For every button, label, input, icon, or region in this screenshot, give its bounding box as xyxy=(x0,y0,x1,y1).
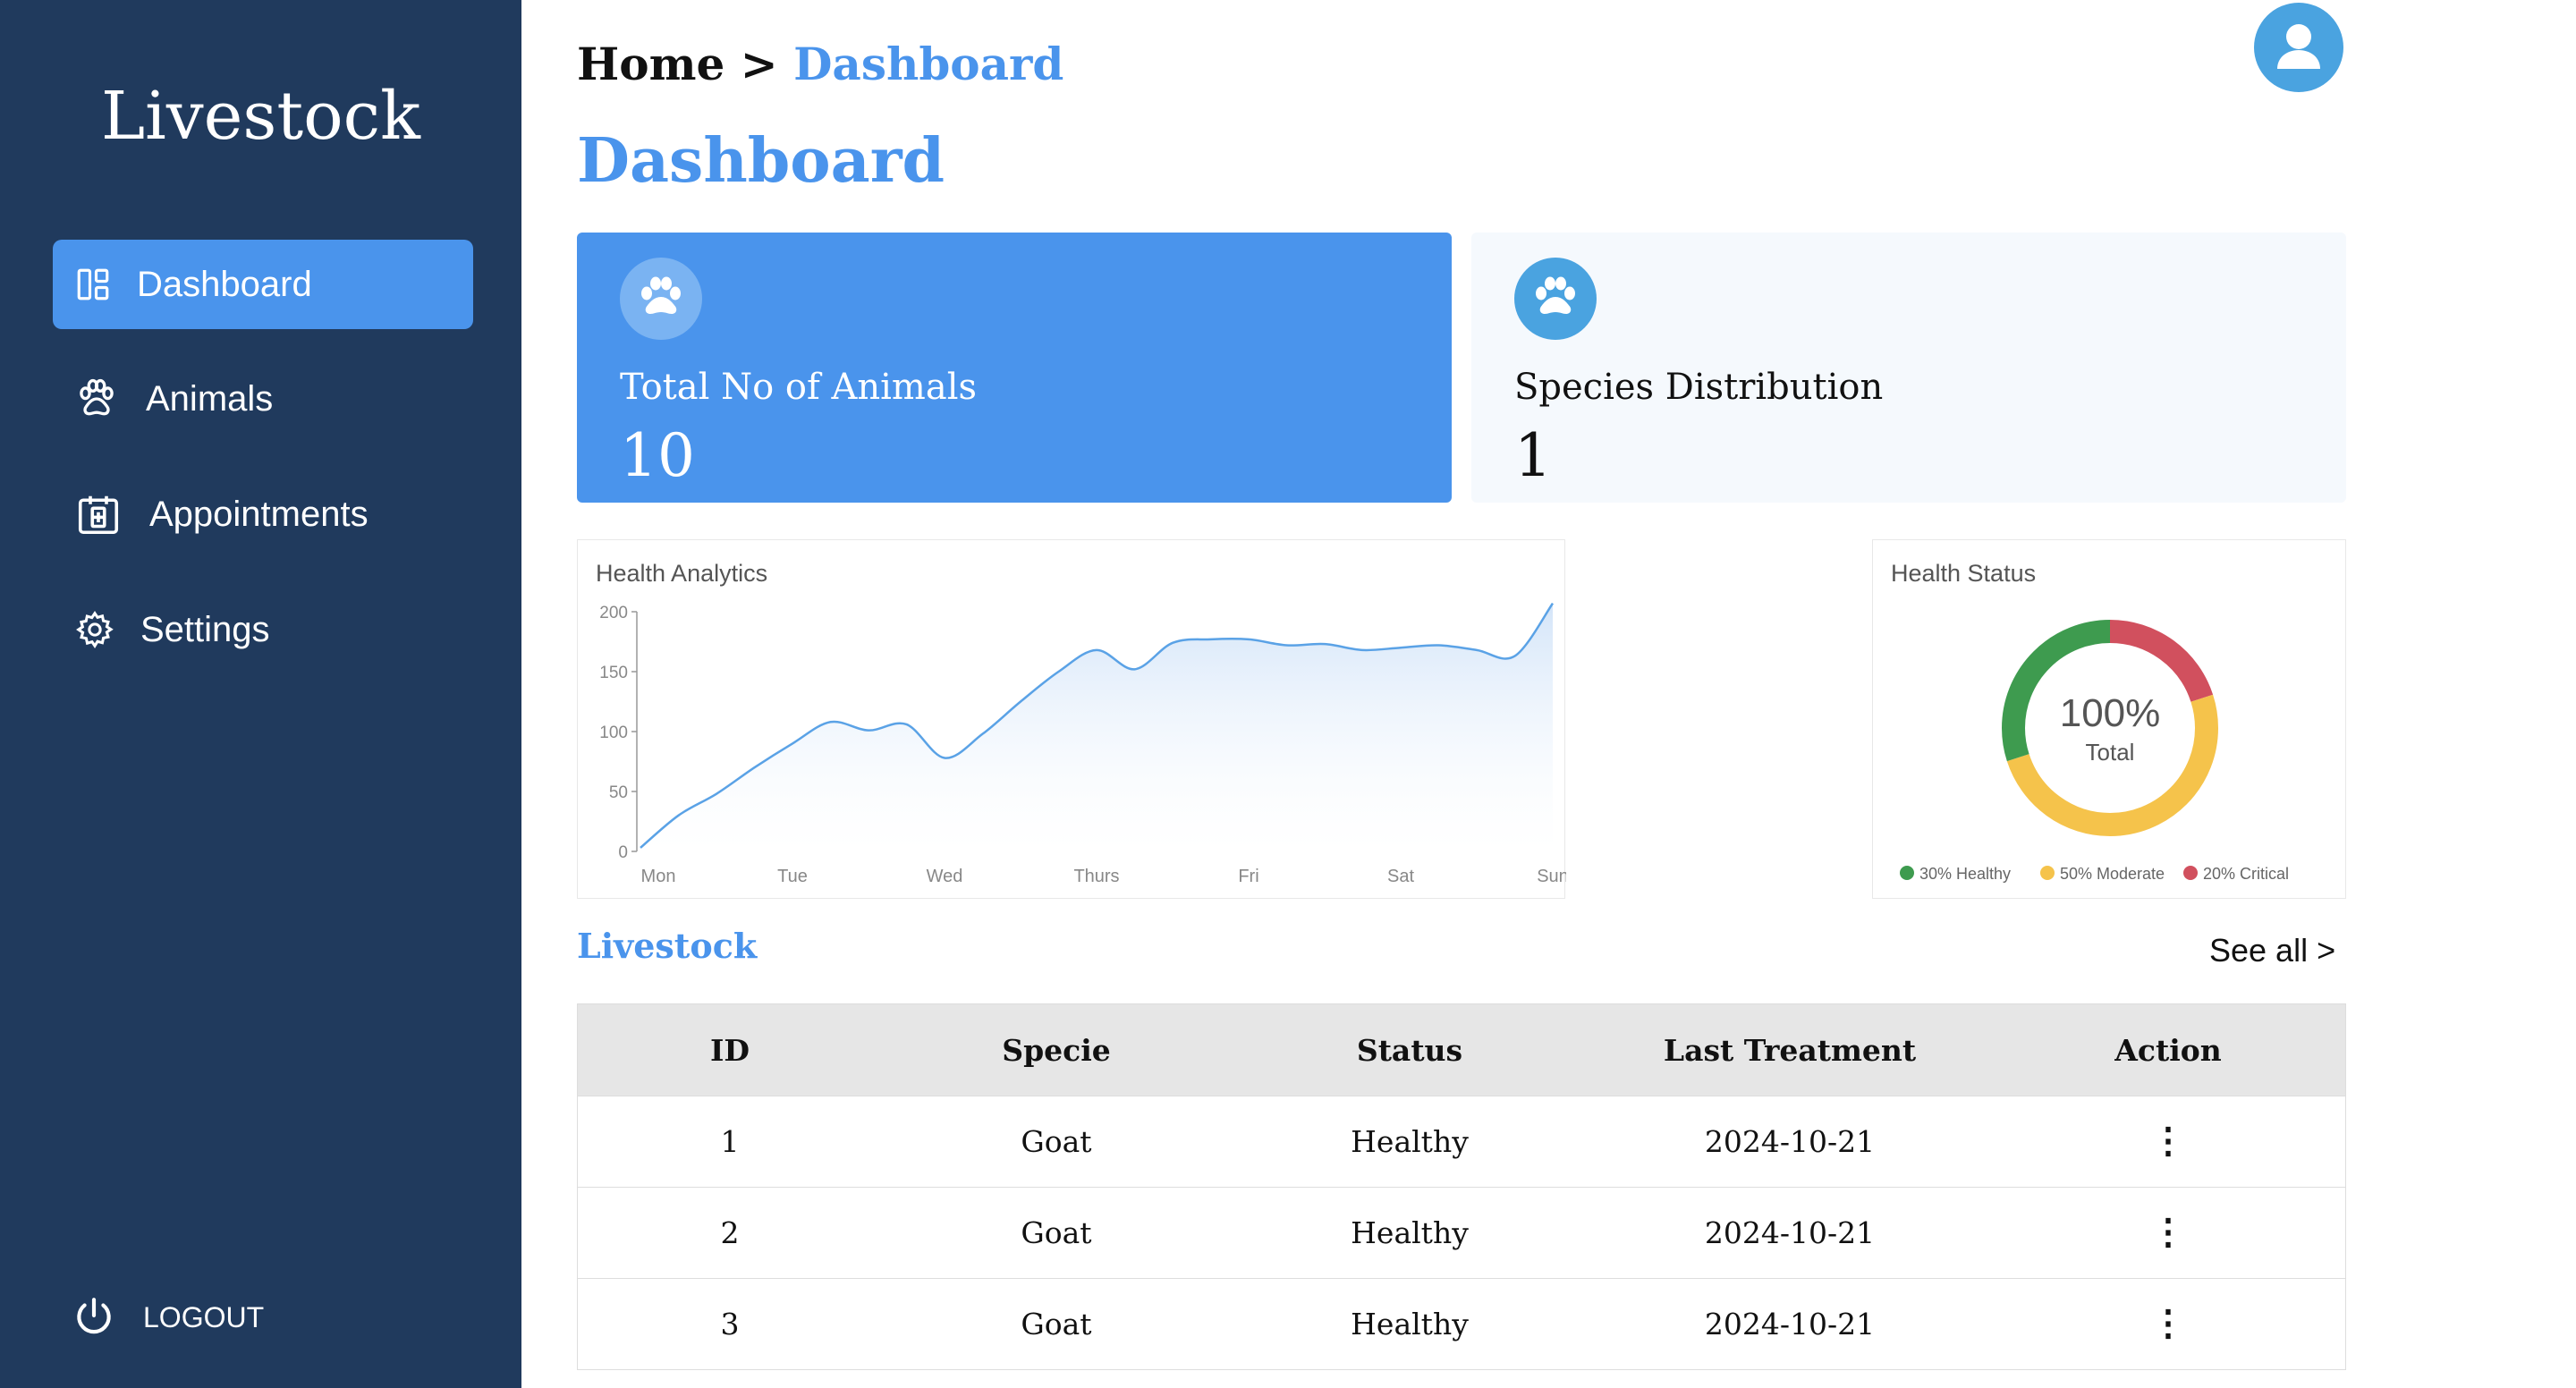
card-value: 10 xyxy=(620,421,695,490)
table-row: 3 Goat Healthy 2024-10-21 ⋮ xyxy=(578,1278,2345,1369)
cell-last-treatment: 2024-10-21 xyxy=(1704,1215,1876,1250)
legend-label: 30% Healthy xyxy=(1919,865,2011,883)
sidebar-item-label: Appointments xyxy=(149,494,369,534)
paw-icon xyxy=(80,378,114,416)
cell-status: Healthy xyxy=(1351,1307,1469,1341)
sidebar-item-label: Settings xyxy=(140,609,270,649)
logout-button[interactable]: LOGOUT xyxy=(72,1295,264,1340)
more-options-icon[interactable]: ⋮ xyxy=(2150,1214,2186,1250)
sidebar: Livestock Dashboard Animals Appointments xyxy=(0,0,521,1388)
health-status-chart: 100% Total 30% Healthy 50% Moderate 20% Crit… xyxy=(1900,620,2289,883)
medical-calendar-icon xyxy=(78,495,119,535)
legend-swatch xyxy=(1900,866,1914,880)
cell-id: 3 xyxy=(720,1307,740,1341)
y-tick-label: 200 xyxy=(599,604,628,622)
sidebar-item-label: Dashboard xyxy=(137,264,312,304)
legend-swatch xyxy=(2183,866,2198,880)
x-tick-label: Tue xyxy=(777,867,808,886)
x-tick-label: Thurs xyxy=(1073,867,1119,886)
total-animals-card: Total No of Animals 10 xyxy=(577,233,1452,503)
card-label: Species Distribution xyxy=(1514,367,1884,408)
column-header-specie: Specie xyxy=(1002,1032,1111,1068)
y-tick-label: 100 xyxy=(599,724,628,742)
x-tick-label: Wed xyxy=(927,867,963,886)
card-label: Total No of Animals xyxy=(620,367,978,408)
species-distribution-card: Species Distribution 1 xyxy=(1471,233,2346,503)
gear-icon xyxy=(76,611,114,649)
table-row: 1 Goat Healthy 2024-10-21 ⋮ xyxy=(578,1096,2345,1187)
x-tick-label: Sun xyxy=(1537,867,1566,886)
more-options-icon[interactable]: ⋮ xyxy=(2150,1306,2186,1341)
column-header-id: ID xyxy=(709,1032,750,1068)
card-icon-badge xyxy=(620,258,702,340)
more-options-icon[interactable]: ⋮ xyxy=(2150,1123,2186,1159)
card-icon-badge xyxy=(1514,258,1597,340)
avatar[interactable] xyxy=(2254,3,2343,92)
sidebar-item-dashboard[interactable]: Dashboard xyxy=(53,240,473,329)
legend-label: 50% Moderate xyxy=(2060,865,2165,883)
sidebar-item-label: Animals xyxy=(146,378,274,419)
cell-id: 1 xyxy=(720,1124,740,1159)
y-tick-label: 0 xyxy=(618,843,628,862)
paw-icon xyxy=(1536,276,1575,314)
health-analytics-panel: Health Analytics 0 50 100 150 200 Mon Tue Wed Th… xyxy=(577,539,1566,899)
dashboard-icon xyxy=(77,268,109,300)
cell-specie: Goat xyxy=(1021,1124,1092,1159)
column-header-last-treatment: Last Treatment xyxy=(1663,1032,1917,1068)
donut-center-value: 100% xyxy=(2060,691,2161,735)
cell-last-treatment: 2024-10-21 xyxy=(1704,1307,1876,1341)
logout-label: LOGOUT xyxy=(143,1300,265,1333)
x-tick-label: Mon xyxy=(641,867,676,886)
breadcrumb-home[interactable]: Home xyxy=(577,38,724,90)
sidebar-item-settings[interactable]: Settings xyxy=(53,585,473,674)
sidebar-item-animals[interactable]: Animals xyxy=(53,354,473,444)
breadcrumb-current: Dashboard xyxy=(793,38,1064,90)
cell-status: Healthy xyxy=(1351,1215,1469,1250)
x-tick-label: Sat xyxy=(1387,867,1414,886)
y-tick-label: 150 xyxy=(599,664,628,682)
livestock-section-title: Livestock xyxy=(577,926,758,966)
page-title: Dashboard xyxy=(577,125,945,197)
breadcrumb-separator: > xyxy=(740,38,778,90)
cell-status: Healthy xyxy=(1351,1124,1469,1159)
livestock-table: ID Specie Status Last Treatment Action 1… xyxy=(577,1003,2346,1370)
health-analytics-chart: 0 50 100 150 200 Mon Tue Wed Thurs Fri Sat Sun xyxy=(599,602,1566,886)
x-tick-label: Fri xyxy=(1238,867,1258,886)
donut-center-label: Total xyxy=(2086,739,2135,766)
column-header-action: Action xyxy=(2114,1032,2222,1068)
paw-icon xyxy=(641,276,681,314)
table-row: 2 Goat Healthy 2024-10-21 ⋮ xyxy=(578,1187,2345,1278)
cell-id: 2 xyxy=(720,1215,740,1250)
y-tick-label: 50 xyxy=(609,783,628,802)
cell-action: ⋮ xyxy=(1991,1306,2345,1342)
power-icon xyxy=(77,1298,111,1334)
column-header-status: Status xyxy=(1356,1032,1463,1068)
sidebar-item-appointments[interactable]: Appointments xyxy=(53,470,473,559)
user-icon xyxy=(2277,24,2320,69)
health-status-panel: Health Status 100% Total 30% Healthy 50% Mo… xyxy=(1872,539,2346,899)
table-header: ID Specie Status Last Treatment Action xyxy=(578,1004,2345,1096)
card-value: 1 xyxy=(1514,421,1552,490)
see-all-link[interactable]: See all > xyxy=(2209,928,2335,973)
cell-action: ⋮ xyxy=(1991,1214,2345,1251)
cell-specie: Goat xyxy=(1021,1215,1092,1250)
legend-label: 20% Critical xyxy=(2203,865,2289,883)
legend-swatch xyxy=(2040,866,2055,880)
cell-action: ⋮ xyxy=(1991,1123,2345,1160)
brand-title: Livestock xyxy=(101,78,420,155)
breadcrumb: Home > Dashboard xyxy=(577,38,1063,91)
cell-last-treatment: 2024-10-21 xyxy=(1704,1124,1876,1159)
cell-specie: Goat xyxy=(1021,1307,1092,1341)
series-area xyxy=(640,603,1553,851)
